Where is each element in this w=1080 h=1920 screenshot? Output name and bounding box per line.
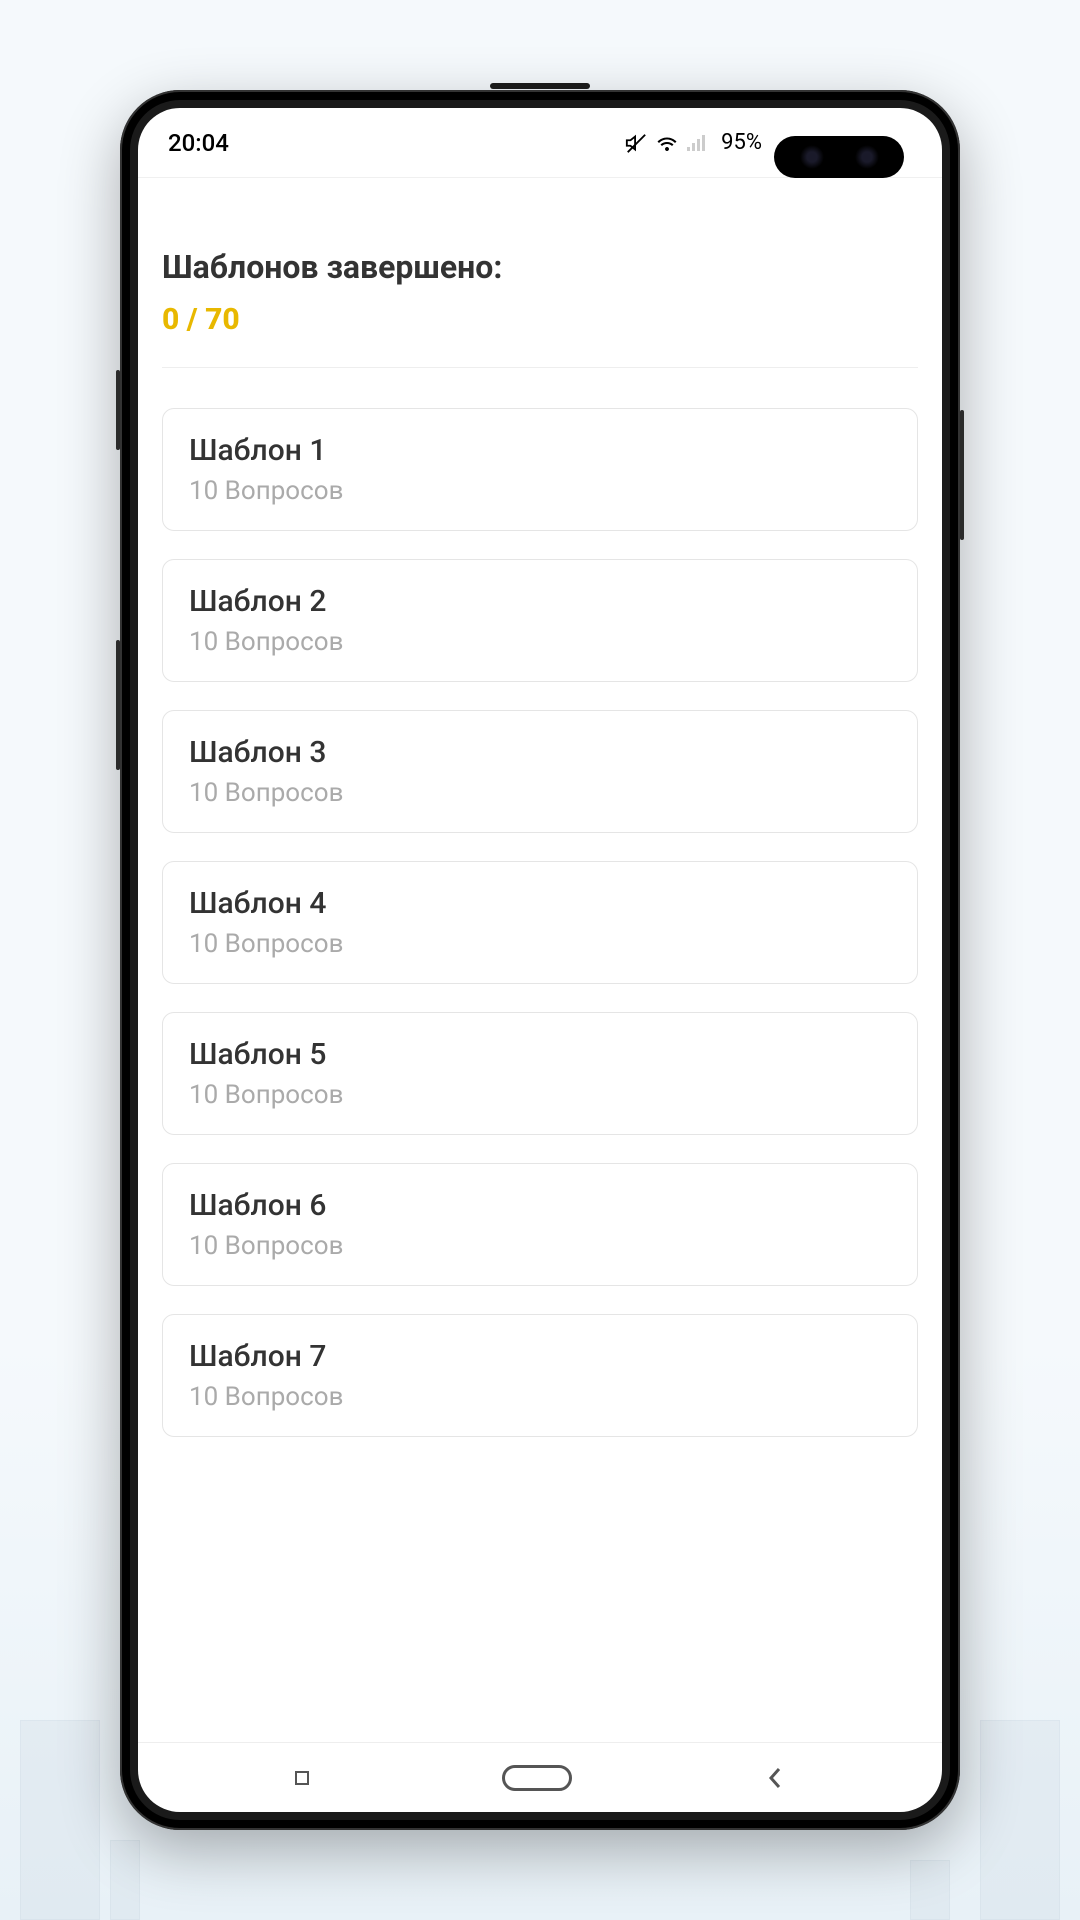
nav-recent-button[interactable] xyxy=(295,1771,309,1785)
template-list[interactable]: Шаблон 1 10 Вопросов Шаблон 2 10 Вопросо… xyxy=(162,408,918,1437)
nav-back-button[interactable] xyxy=(765,1763,785,1793)
template-subtitle: 10 Вопросов xyxy=(189,1382,891,1412)
header-section: Шаблонов завершено: 0 / 70 xyxy=(162,208,918,368)
template-subtitle: 10 Вопросов xyxy=(189,778,891,808)
template-title: Шаблон 4 xyxy=(189,886,891,921)
template-title: Шаблон 5 xyxy=(189,1037,891,1072)
template-card-6[interactable]: Шаблон 6 10 Вопросов xyxy=(162,1163,918,1286)
battery-percent: 95% xyxy=(721,130,762,155)
status-time: 20:04 xyxy=(168,129,229,157)
status-icons: 95% xyxy=(625,130,762,155)
camera-cutout xyxy=(774,136,904,178)
template-title: Шаблон 2 xyxy=(189,584,891,619)
template-subtitle: 10 Вопросов xyxy=(189,627,891,657)
template-subtitle: 10 Вопросов xyxy=(189,1080,891,1110)
template-card-7[interactable]: Шаблон 7 10 Вопросов xyxy=(162,1314,918,1437)
signal-icon xyxy=(687,133,709,153)
template-card-4[interactable]: Шаблон 4 10 Вопросов xyxy=(162,861,918,984)
template-subtitle: 10 Вопросов xyxy=(189,929,891,959)
page-title: Шаблонов завершено: xyxy=(162,248,918,286)
template-title: Шаблон 3 xyxy=(189,735,891,770)
main-content: Шаблонов завершено: 0 / 70 Шаблон 1 10 В… xyxy=(138,178,942,1742)
template-title: Шаблон 1 xyxy=(189,433,891,468)
mute-icon xyxy=(625,132,647,154)
template-card-3[interactable]: Шаблон 3 10 Вопросов xyxy=(162,710,918,833)
wifi-icon xyxy=(655,133,679,153)
template-subtitle: 10 Вопросов xyxy=(189,476,891,506)
progress-counter: 0 / 70 xyxy=(162,302,918,337)
template-card-2[interactable]: Шаблон 2 10 Вопросов xyxy=(162,559,918,682)
phone-frame: 20:04 xyxy=(120,90,960,1830)
template-card-1[interactable]: Шаблон 1 10 Вопросов xyxy=(162,408,918,531)
template-subtitle: 10 Вопросов xyxy=(189,1231,891,1261)
template-card-5[interactable]: Шаблон 5 10 Вопросов xyxy=(162,1012,918,1135)
template-title: Шаблон 6 xyxy=(189,1188,891,1223)
template-title: Шаблон 7 xyxy=(189,1339,891,1374)
navigation-bar xyxy=(138,1742,942,1812)
nav-home-button[interactable] xyxy=(502,1765,572,1791)
